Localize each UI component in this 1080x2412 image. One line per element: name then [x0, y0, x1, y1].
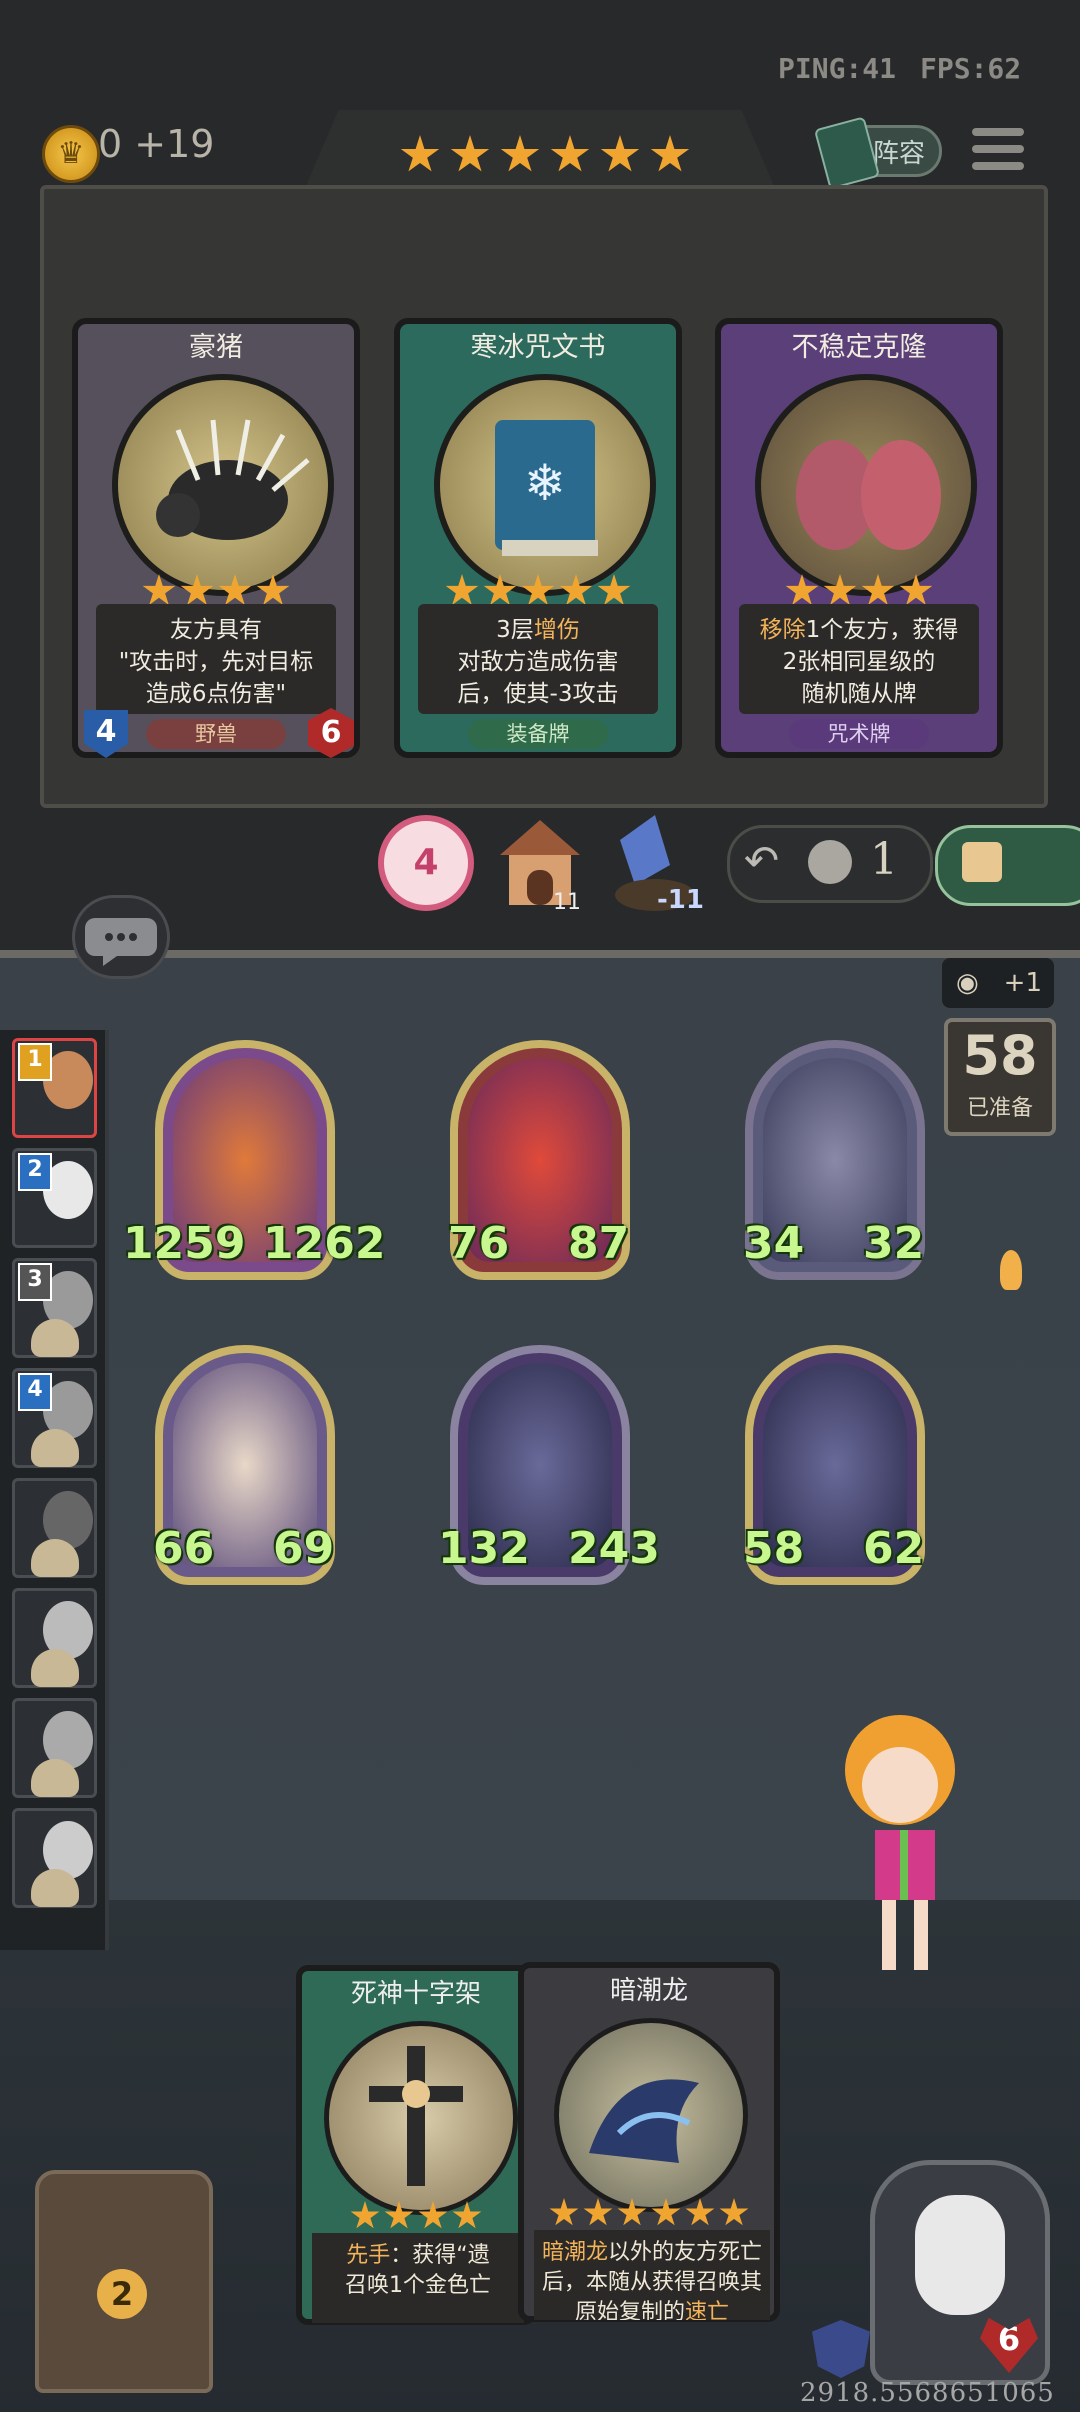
tavern-tier-stars	[395, 135, 695, 179]
undo-icon: ↶	[744, 836, 780, 885]
lineup-label: 阵容	[872, 139, 925, 169]
watchers-indicator: ◉ +1	[942, 958, 1054, 1008]
board-unit-6[interactable]: 58 62	[743, 1345, 925, 1585]
game-screen: { "hud": {"ping": "PING:41", "fps": "FPS…	[0, 0, 1080, 2412]
board-unit-1[interactable]: 1259 1262	[123, 1040, 385, 1280]
lock-icon	[962, 842, 1002, 882]
card-description: 3层增伤 对敌方造成伤害 后，使其-3攻击	[418, 604, 658, 714]
house-icon[interactable]: 11	[495, 815, 585, 915]
porcupine-art	[112, 374, 334, 596]
attack-badge: 4	[84, 710, 128, 758]
coordinate-readout: 2918.5568651065	[800, 2378, 1055, 2408]
card-stars	[302, 2201, 530, 2235]
frost-book-art: ❄	[434, 374, 656, 596]
card-title: 暗潮龙	[609, 1976, 688, 2006]
board-unit-2[interactable]: 76 87	[448, 1040, 630, 1280]
upgrade-icon[interactable]: -11	[600, 810, 710, 915]
board-unit-5[interactable]: 132 243	[438, 1345, 660, 1585]
stash-count: 2	[97, 2269, 147, 2319]
shop-card-frost-tome[interactable]: 寒冰咒文书 ❄ 3层增伤 对敌方造成伤害 后，使其-3攻击 装备牌	[394, 318, 682, 758]
chat-icon[interactable]	[72, 895, 170, 979]
roster-slot[interactable]: 4	[12, 1368, 97, 1468]
hand-card-death-cross[interactable]: 死神十字架 先手：获得“遗 召唤1个金色亡	[296, 1965, 536, 2325]
star-icon	[500, 135, 540, 172]
card-description: 先手：获得“遗 召唤1个金色亡	[312, 2233, 524, 2323]
shield-icon	[812, 2320, 870, 2378]
ready-counter: 58 已准备	[944, 1018, 1056, 1136]
card-title: 寒冰咒文书	[470, 332, 606, 363]
roster-slot[interactable]	[12, 1588, 97, 1688]
rabbit-avatar	[915, 2195, 1005, 2315]
roster-slot[interactable]: 1	[12, 1038, 97, 1138]
refresh-cost: 1	[870, 834, 898, 885]
card-tag: 咒术牌	[789, 719, 929, 749]
menu-icon[interactable]	[972, 128, 1024, 178]
lock-shop-button[interactable]	[935, 825, 1080, 906]
eye-icon: ◉	[956, 968, 979, 998]
hero-character	[820, 1700, 980, 1990]
player-roster: 1 2 3 4	[0, 1030, 109, 1950]
roster-slot[interactable]	[12, 1808, 97, 1908]
tavern-level-badge[interactable]: 4	[378, 815, 474, 911]
hand-card-dark-tide-dragon[interactable]: 暗潮龙 暗潮龙以外的友方死亡 后，本随从获得召唤其 原始复制的速亡	[518, 1962, 780, 2322]
lineup-button[interactable]: 阵容	[813, 116, 942, 190]
house-count: 11	[553, 890, 581, 915]
card-description: 移除1个友方，获得 2张相同星级的 随机随从牌	[739, 604, 979, 714]
clone-eggs-art	[755, 374, 977, 596]
upgrade-count: -11	[657, 885, 704, 915]
stash-gate[interactable]: 2	[35, 2170, 213, 2393]
coin-icon	[808, 840, 852, 884]
card-stars	[524, 2198, 774, 2232]
card-tag: 野兽	[146, 719, 286, 749]
shop-card-porcupine[interactable]: 豪猪 友方具有 "攻击时，先对目标 造成6点伤害" 野兽 4 6	[72, 318, 360, 758]
card-title: 豪猪	[189, 332, 243, 363]
card-title: 不稳定克隆	[791, 332, 927, 363]
board-unit-4[interactable]: 66 69	[153, 1345, 335, 1585]
star-icon	[450, 135, 490, 172]
roster-slot[interactable]	[12, 1698, 97, 1798]
gold-coin-icon: ♛	[42, 125, 100, 183]
torch-flame-icon	[1000, 1250, 1022, 1290]
star-icon	[600, 135, 640, 172]
dragon-art	[554, 2018, 748, 2212]
roster-slot[interactable]: 3	[12, 1258, 97, 1358]
card-description: 暗潮龙以外的友方死亡 后，本随从获得召唤其 原始复制的速亡	[534, 2230, 770, 2320]
refresh-button[interactable]: ↶ 1	[727, 825, 933, 903]
board-unit-3[interactable]: 34 32	[743, 1040, 925, 1280]
ready-count: 58	[962, 1024, 1038, 1087]
star-icon	[550, 135, 590, 172]
card-description: 友方具有 "攻击时，先对目标 造成6点伤害"	[96, 604, 336, 714]
roster-slot[interactable]	[12, 1478, 97, 1578]
card-title: 死神十字架	[350, 1979, 481, 2009]
card-tag: 装备牌	[468, 719, 608, 749]
ping-readout: PING:41	[778, 52, 897, 85]
star-icon	[650, 135, 690, 172]
star-icon	[400, 135, 440, 172]
roster-slot[interactable]: 2	[12, 1148, 97, 1248]
svg-text:❄: ❄	[524, 454, 566, 512]
gold-amount: 0 +19	[98, 122, 215, 166]
cross-art	[324, 2021, 518, 2215]
fps-readout: FPS:62	[920, 52, 1022, 85]
shop-card-unstable-clone[interactable]: 不稳定克隆 移除1个友方，获得 2张相同星级的 随机随从牌 咒术牌	[715, 318, 1003, 758]
ready-label: 已准备	[966, 1096, 1033, 1121]
health-badge: 6	[308, 708, 354, 758]
